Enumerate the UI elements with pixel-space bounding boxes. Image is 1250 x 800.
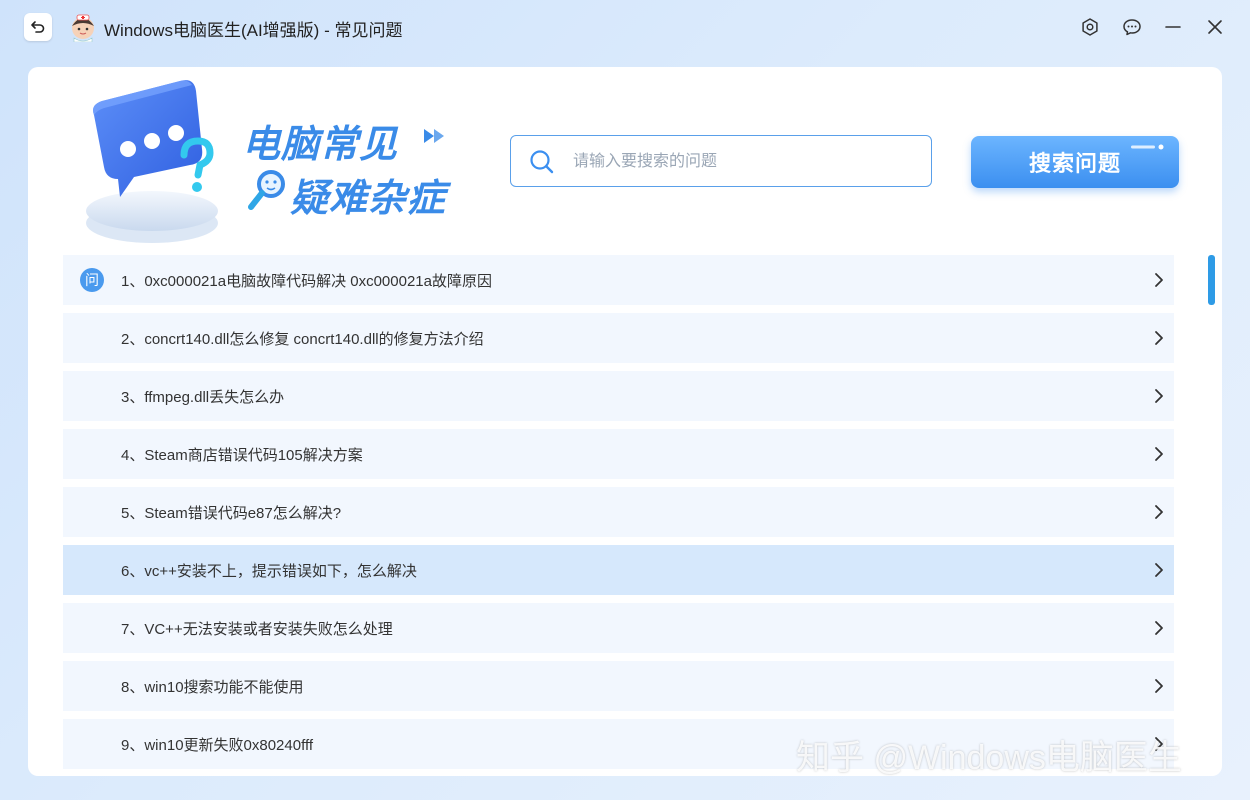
faq-item-4[interactable]: 4、Steam商店错误代码105解决方案	[63, 429, 1174, 479]
search-button[interactable]: 搜索问题	[971, 136, 1179, 188]
faq-item-label: 4、Steam商店错误代码105解决方案	[121, 446, 363, 464]
main-panel: 电脑常见 疑难杂症 搜索问题 问 1、0xc000021a电脑故	[28, 67, 1222, 776]
scrollbar-thumb[interactable]	[1208, 255, 1215, 305]
faq-item-label: 8、win10搜索功能不能使用	[121, 678, 304, 696]
hero-line-1: 电脑常见	[242, 124, 399, 166]
chevron-right-icon	[1155, 331, 1163, 345]
magnifier-icon	[248, 170, 285, 210]
faq-item-label: 5、Steam错误代码e87怎么解决?	[121, 504, 342, 522]
settings-icon	[1082, 18, 1098, 36]
chevron-right-icon	[1155, 447, 1163, 461]
chevron-right-icon	[1155, 389, 1163, 403]
faq-item-label: 3、ffmpeg.dll丢失怎么办	[121, 388, 285, 406]
faq-item-2[interactable]: 2、concrt140.dll怎么修复 concrt140.dll的修复方法介绍	[63, 313, 1174, 363]
feedback-button[interactable]	[1119, 14, 1145, 40]
search-button-label: 搜索问题	[1028, 151, 1121, 176]
title-bar: Windows电脑医生(AI增强版) - 常见问题	[0, 0, 1250, 54]
faq-item-3[interactable]: 3、ffmpeg.dll丢失怎么办	[63, 371, 1174, 421]
chat-icon	[1123, 19, 1141, 36]
scrollbar[interactable]	[1208, 255, 1215, 770]
faq-item-7[interactable]: 7、VC++无法安装或者安装失败怎么处理	[63, 603, 1174, 653]
minimize-button[interactable]	[1160, 14, 1186, 40]
app-logo-icon	[72, 14, 94, 42]
close-button[interactable]	[1202, 14, 1228, 40]
faq-item-label: 2、concrt140.dll怎么修复 concrt140.dll的修复方法介绍	[121, 330, 484, 348]
chevron-right-icon	[1155, 505, 1163, 519]
question-bubble-illustration	[86, 80, 218, 243]
faq-item-6[interactable]: 6、vc++安装不上，提示错误如下，怎么解决	[63, 545, 1174, 595]
faq-item-8[interactable]: 8、win10搜索功能不能使用	[63, 661, 1174, 711]
double-arrow-icon	[424, 129, 444, 143]
faq-item-1[interactable]: 问 1、0xc000021a电脑故障代码解决 0xc000021a故障原因	[63, 255, 1174, 305]
watermark: 知乎 @Windows电脑医生	[796, 739, 1182, 777]
hero-line-2: 疑难杂症	[290, 178, 447, 220]
window-title: Windows电脑医生(AI增强版) - 常见问题	[104, 21, 403, 40]
back-button[interactable]	[24, 13, 52, 41]
chevron-right-icon	[1155, 563, 1163, 577]
search-input[interactable]	[571, 136, 915, 187]
faq-item-label: 9、win10更新失败0x80240fff	[121, 736, 314, 754]
minimize-icon	[1165, 26, 1181, 28]
faq-list: 问 1、0xc000021a电脑故障代码解决 0xc000021a故障原因 2、…	[63, 255, 1174, 776]
hero-slogan: 电脑常见 疑难杂症	[242, 107, 482, 220]
faq-item-label: 6、vc++安装不上，提示错误如下，怎么解决	[121, 562, 417, 580]
back-arrow-icon	[31, 21, 45, 33]
chevron-right-icon	[1155, 273, 1163, 287]
settings-button[interactable]	[1077, 14, 1103, 40]
faq-item-label: 1、0xc000021a电脑故障代码解决 0xc000021a故障原因	[121, 272, 492, 290]
question-badge-icon: 问	[80, 268, 104, 292]
chevron-right-icon	[1155, 679, 1163, 693]
faq-item-5[interactable]: 5、Steam错误代码e87怎么解决?	[63, 487, 1174, 537]
chevron-right-icon	[1155, 621, 1163, 635]
search-box	[510, 135, 932, 187]
close-icon	[1208, 20, 1222, 34]
faq-item-label: 7、VC++无法安装或者安装失败怎么处理	[121, 620, 393, 638]
search-icon	[530, 150, 554, 174]
shine-decoration	[1131, 144, 1164, 150]
